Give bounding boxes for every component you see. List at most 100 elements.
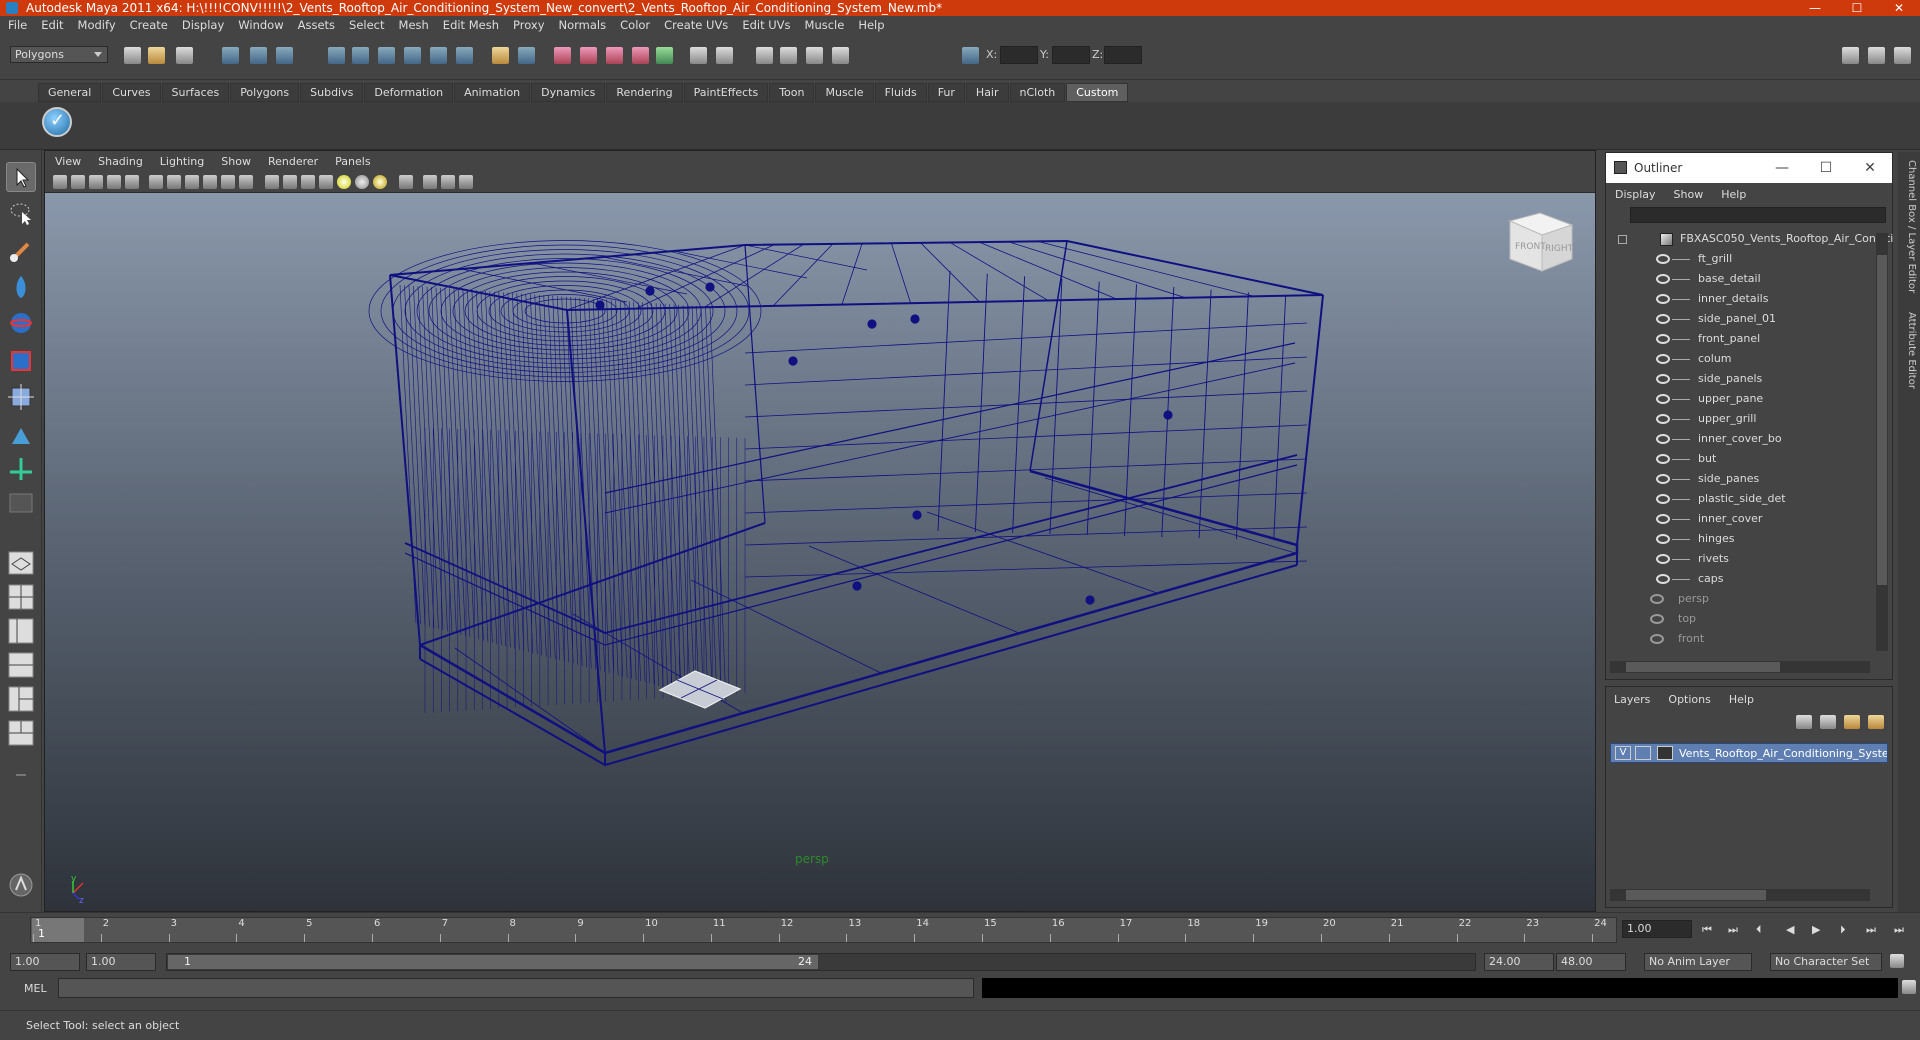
shelf-tab-painteffects[interactable]: PaintEffects bbox=[683, 83, 769, 102]
shelf-tab-toon[interactable]: Toon bbox=[769, 83, 815, 102]
playback-end-field[interactable]: 24.00 bbox=[1484, 953, 1554, 971]
field-chart-icon[interactable] bbox=[203, 175, 217, 189]
xray-icon[interactable] bbox=[423, 175, 437, 189]
soft-modification-icon[interactable] bbox=[6, 420, 36, 450]
relative-transform-icon[interactable] bbox=[832, 47, 849, 64]
flat-light-icon[interactable] bbox=[373, 175, 387, 189]
outliner-vertical-scrollbar[interactable] bbox=[1876, 233, 1888, 651]
outliner-item[interactable]: upper_pane bbox=[1612, 389, 1892, 409]
menu-create[interactable]: Create bbox=[130, 18, 168, 32]
rotate-tool-icon[interactable] bbox=[6, 308, 36, 338]
outliner-item[interactable]: plastic_side_det bbox=[1612, 489, 1892, 509]
channel-box-toggle-icon[interactable] bbox=[690, 47, 707, 64]
snap-point-icon[interactable] bbox=[378, 47, 395, 64]
hotbox-icon[interactable] bbox=[6, 870, 36, 900]
smooth-shading-icon[interactable] bbox=[283, 175, 297, 189]
display-render-icon[interactable] bbox=[656, 47, 673, 64]
paint-select-tool-icon[interactable] bbox=[6, 236, 36, 266]
modeling-toolkit-icon[interactable] bbox=[756, 47, 773, 64]
shelf-tab-fluids[interactable]: Fluids bbox=[874, 83, 927, 102]
menu-mesh[interactable]: Mesh bbox=[399, 18, 429, 32]
layer-menu-layers[interactable]: Layers bbox=[1614, 693, 1650, 706]
time-slider-track[interactable]: 1 1 2 3 4 5 6 7 8 9 10 11 12 13 14 15 16 17 18 19 20 21 22 23 2… bbox=[30, 917, 1617, 943]
end-time-field[interactable]: 48.00 bbox=[1556, 953, 1626, 971]
menu-select[interactable]: Select bbox=[349, 18, 384, 32]
image-plane-icon[interactable] bbox=[107, 175, 121, 189]
move-tool-icon[interactable] bbox=[6, 272, 36, 302]
film-gate-icon[interactable] bbox=[149, 175, 163, 189]
outliner-item[interactable]: hinges bbox=[1612, 529, 1892, 549]
snap-plane-icon[interactable] bbox=[404, 47, 421, 64]
xray-joints-icon[interactable] bbox=[441, 175, 455, 189]
select-component-icon[interactable] bbox=[276, 47, 293, 64]
menu-assets[interactable]: Assets bbox=[298, 18, 335, 32]
menu-proxy[interactable]: Proxy bbox=[513, 18, 545, 32]
new-layer-icon[interactable] bbox=[1796, 715, 1812, 729]
shelf-tab-rendering[interactable]: Rendering bbox=[606, 83, 683, 102]
outliner-camera-item[interactable]: top bbox=[1612, 609, 1892, 629]
shelf-tab-fur[interactable]: Fur bbox=[927, 83, 965, 102]
outliner-item[interactable]: side_panel_01 bbox=[1612, 309, 1892, 329]
layout-icon[interactable] bbox=[1842, 47, 1859, 64]
shelf-tab-hair[interactable]: Hair bbox=[965, 83, 1009, 102]
step-back-frame-icon[interactable]: ⏴ bbox=[1756, 924, 1768, 936]
layout-custom-icon[interactable] bbox=[6, 718, 36, 748]
viewport-menu-shading[interactable]: Shading bbox=[98, 155, 143, 168]
layer-visibility-toggle[interactable]: V bbox=[1615, 746, 1631, 760]
grid-toggle-icon[interactable] bbox=[125, 175, 139, 189]
save-scene-icon[interactable] bbox=[176, 47, 193, 64]
input-ops-icon[interactable] bbox=[492, 47, 509, 64]
mel-label[interactable]: MEL bbox=[24, 982, 47, 995]
go-to-end-icon[interactable]: ⏭ bbox=[1894, 924, 1906, 936]
menu-edit-mesh[interactable]: Edit Mesh bbox=[443, 18, 499, 32]
outliner-item[interactable]: inner_details bbox=[1612, 289, 1892, 309]
layer-type-toggle[interactable] bbox=[1635, 746, 1651, 760]
outliner-item[interactable]: ft_grill bbox=[1612, 249, 1892, 269]
shelf-tab-general[interactable]: General bbox=[38, 83, 102, 102]
channel-box-icon[interactable] bbox=[1894, 47, 1911, 64]
select-object-icon[interactable] bbox=[250, 47, 267, 64]
universal-manipulator-icon[interactable] bbox=[6, 382, 36, 412]
outliner-item[interactable]: colum bbox=[1612, 349, 1892, 369]
layer-row[interactable]: V Vents_Rooftop_Air_Conditioning_System_… bbox=[1610, 743, 1888, 763]
outliner-item[interactable]: caps bbox=[1612, 569, 1892, 589]
shelf-tab-dynamics[interactable]: Dynamics bbox=[531, 83, 606, 102]
outliner-item[interactable]: upper_grill bbox=[1612, 409, 1892, 429]
xform-icon[interactable] bbox=[780, 47, 797, 64]
menu-file[interactable]: File bbox=[8, 18, 27, 32]
outliner-minimize-icon[interactable]: — bbox=[1760, 153, 1804, 183]
outliner-maximize-icon[interactable]: ☐ bbox=[1804, 153, 1848, 183]
make-live-icon[interactable] bbox=[430, 47, 447, 64]
auto-key-icon[interactable] bbox=[1890, 954, 1904, 968]
outliner-item[interactable]: but bbox=[1612, 449, 1892, 469]
outliner-menu-display[interactable]: Display bbox=[1615, 188, 1656, 201]
outliner-item[interactable]: inner_cover_bo bbox=[1612, 429, 1892, 449]
select-tool-icon[interactable] bbox=[6, 162, 36, 192]
outliner-item[interactable]: front_panel bbox=[1612, 329, 1892, 349]
shelf-tab-animation[interactable]: Animation bbox=[454, 83, 531, 102]
outliner-close-icon[interactable]: ✕ bbox=[1848, 153, 1892, 183]
character-set-dropdown[interactable]: No Character Set bbox=[1770, 953, 1882, 971]
scale-tool-icon[interactable] bbox=[6, 346, 36, 376]
channel-box-tab[interactable]: Channel Box / Layer Editor bbox=[1901, 160, 1917, 293]
menu-help[interactable]: Help bbox=[858, 18, 884, 32]
collapse-icon[interactable] bbox=[1618, 235, 1627, 244]
wireframe-shading-icon[interactable] bbox=[265, 175, 279, 189]
layer-color-swatch[interactable] bbox=[1657, 746, 1673, 760]
safe-title-icon[interactable] bbox=[239, 175, 253, 189]
play-forward-icon[interactable]: ▶ bbox=[1812, 924, 1824, 936]
attribute-editor-toggle-icon[interactable] bbox=[716, 47, 733, 64]
outliner-item[interactable]: side_panes bbox=[1612, 469, 1892, 489]
outliner-item[interactable]: inner_cover bbox=[1612, 509, 1892, 529]
hypershade-icon[interactable] bbox=[632, 47, 649, 64]
attribute-editor-tab[interactable]: Attribute Editor bbox=[1901, 312, 1917, 389]
shelf-tab-ncloth[interactable]: nCloth bbox=[1009, 83, 1066, 102]
shelf-tab-custom[interactable]: Custom bbox=[1066, 83, 1129, 102]
resolution-gate-icon[interactable] bbox=[167, 175, 181, 189]
default-light-icon[interactable] bbox=[337, 175, 351, 189]
viewport-menu-renderer[interactable]: Renderer bbox=[268, 155, 318, 168]
outliner-root-item[interactable]: FBXASC050_Vents_Rooftop_Air_Conditi bbox=[1612, 229, 1893, 249]
start-time-field[interactable]: 1.00 bbox=[10, 953, 80, 971]
menu-color[interactable]: Color bbox=[620, 18, 650, 32]
outliner-item[interactable]: base_detail bbox=[1612, 269, 1892, 289]
